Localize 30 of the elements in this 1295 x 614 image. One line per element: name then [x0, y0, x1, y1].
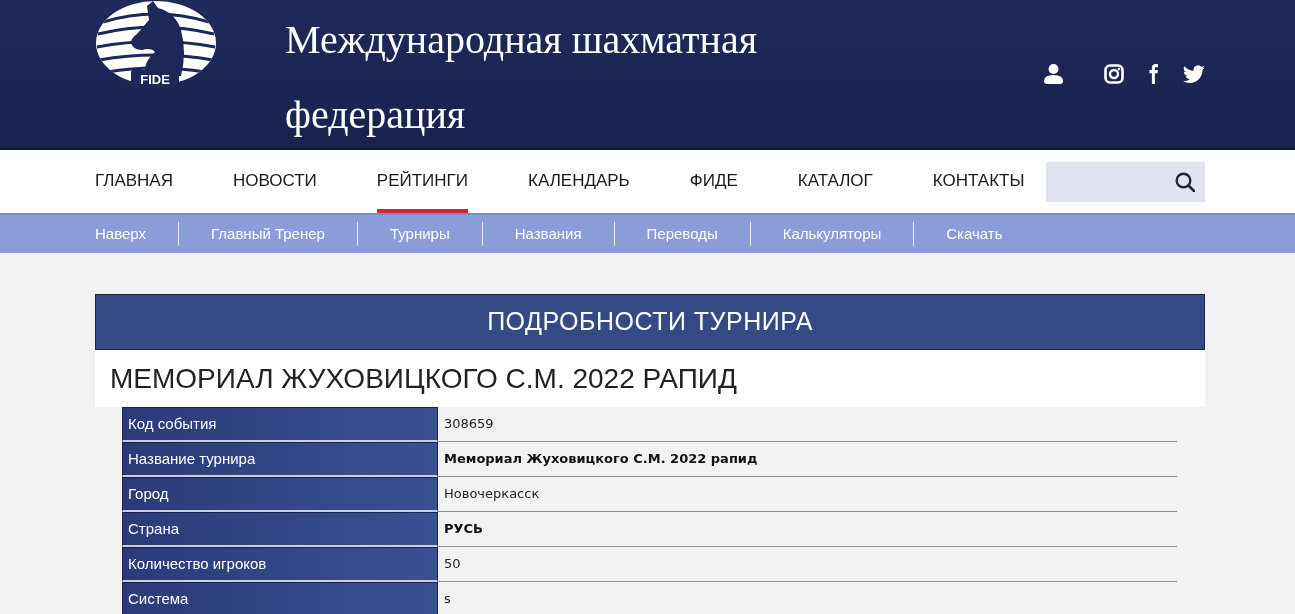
- value-cell: РУСЬ: [438, 512, 1177, 547]
- site-title: Международная шахматная: [285, 16, 758, 64]
- instagram-icon[interactable]: [1104, 64, 1124, 84]
- value-cell: s: [438, 582, 1177, 614]
- label-cell: Код события: [122, 407, 438, 442]
- label-cell: Город: [122, 477, 438, 512]
- section-title: ПОДРОБНОСТИ ТУРНИРА: [487, 306, 813, 338]
- nav-tab[interactable]: КАТАЛОГ: [797, 150, 873, 213]
- nav-tab[interactable]: КОНТАКТЫ: [932, 150, 1025, 213]
- value-cell: 50: [438, 547, 1177, 582]
- twitter-icon[interactable]: [1183, 65, 1205, 83]
- tournament-title: МЕМОРИАЛ ЖУХОВИЦКОГО С.М. 2022 РАПИД: [110, 361, 737, 396]
- logo-text: FIDE: [140, 72, 170, 87]
- nav-tab[interactable]: КАЛЕНДАРЬ: [528, 150, 630, 213]
- nav-tab[interactable]: НОВОСТИ: [233, 150, 317, 213]
- value-cell: Новочеркасск: [438, 477, 1177, 512]
- value-cell: Мемориал Жуховицкого С.М. 2022 рапид: [438, 442, 1177, 477]
- label-cell: Количество игроков: [122, 547, 438, 582]
- label-cell: Название турнира: [122, 442, 438, 477]
- search-field[interactable]: [1046, 161, 1205, 202]
- label-cell: Страна: [122, 512, 438, 547]
- facebook-icon[interactable]: [1148, 64, 1159, 84]
- user-icon[interactable]: [1044, 64, 1063, 84]
- value-cell: 308659: [438, 407, 1177, 442]
- knight-logo-icon[interactable]: [96, 1, 216, 88]
- site-title: федерация: [285, 91, 466, 139]
- label-cell: Система: [122, 582, 438, 614]
- nav-tab[interactable]: ГЛАВНАЯ: [95, 150, 173, 213]
- search-icon[interactable]: [1175, 171, 1195, 192]
- nav-tab[interactable]: ФИДЕ: [689, 150, 738, 213]
